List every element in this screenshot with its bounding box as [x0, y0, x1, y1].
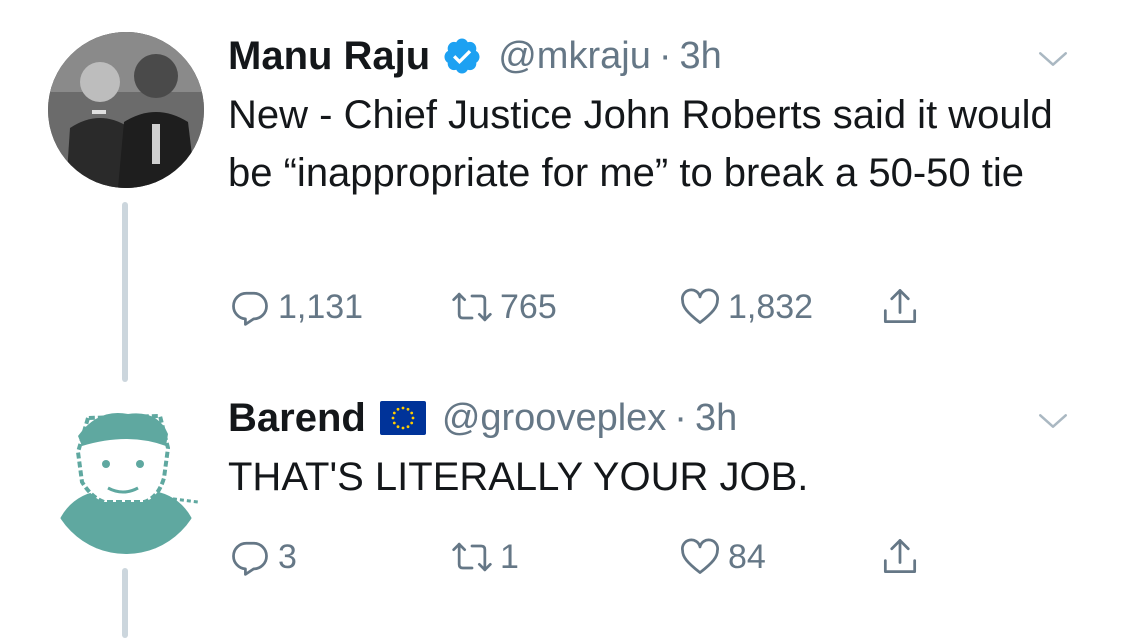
tweet: Barend @grooveplex · 3h THAT'S LITERALLY Y… [0, 390, 1124, 638]
timestamp[interactable]: 3h [679, 35, 721, 77]
reply-count: 3 [278, 537, 297, 576]
retweet-icon [452, 542, 492, 572]
like-count: 84 [728, 537, 766, 576]
thread-line [122, 202, 128, 382]
separator-dot: · [658, 34, 672, 77]
like-button[interactable]: 84 [678, 532, 766, 582]
retweet-icon [452, 292, 492, 322]
tweet-header: Manu Raju @mkraju · 3h [228, 28, 722, 84]
reply-button[interactable]: 3 [228, 532, 297, 582]
verified-badge-icon [444, 38, 480, 74]
share-button[interactable] [878, 532, 922, 582]
like-count: 1,832 [728, 287, 814, 326]
reply-icon [232, 541, 268, 576]
like-button[interactable]: 1,832 [678, 282, 813, 332]
eu-flag-icon [379, 401, 426, 435]
handle[interactable]: @grooveplex [442, 397, 666, 439]
heart-icon [681, 288, 719, 324]
timestamp[interactable]: 3h [695, 397, 737, 439]
share-icon [883, 539, 917, 574]
tweet-text: THAT'S LITERALLY YOUR JOB. [228, 455, 809, 499]
chevron-down-icon[interactable] [1036, 42, 1070, 76]
thread-line [122, 568, 128, 638]
reply-icon [232, 291, 268, 326]
separator-dot: · [674, 396, 687, 439]
display-name[interactable]: Barend [228, 396, 366, 441]
reply-count: 1,131 [278, 287, 364, 326]
reply-button[interactable]: 1,131 [228, 282, 363, 332]
heart-icon [681, 538, 719, 574]
handle[interactable]: @mkraju [498, 35, 651, 77]
share-button[interactable] [878, 282, 922, 332]
display-name[interactable]: Manu Raju [228, 34, 430, 79]
retweet-button[interactable]: 1 [450, 532, 519, 582]
retweet-button[interactable]: 765 [450, 282, 557, 332]
tweet-text: New - Chief Justice John Roberts said it… [228, 93, 1053, 195]
tweet-header: Barend @grooveplex · 3h [228, 390, 737, 446]
avatar[interactable] [48, 398, 204, 554]
chevron-down-icon[interactable] [1036, 404, 1070, 438]
share-icon [883, 289, 917, 324]
tweet: Manu Raju @mkraju · 3h New - Chief Justice… [0, 0, 1124, 390]
avatar[interactable] [48, 32, 204, 188]
retweet-count: 1 [500, 537, 519, 576]
retweet-count: 765 [500, 287, 557, 326]
